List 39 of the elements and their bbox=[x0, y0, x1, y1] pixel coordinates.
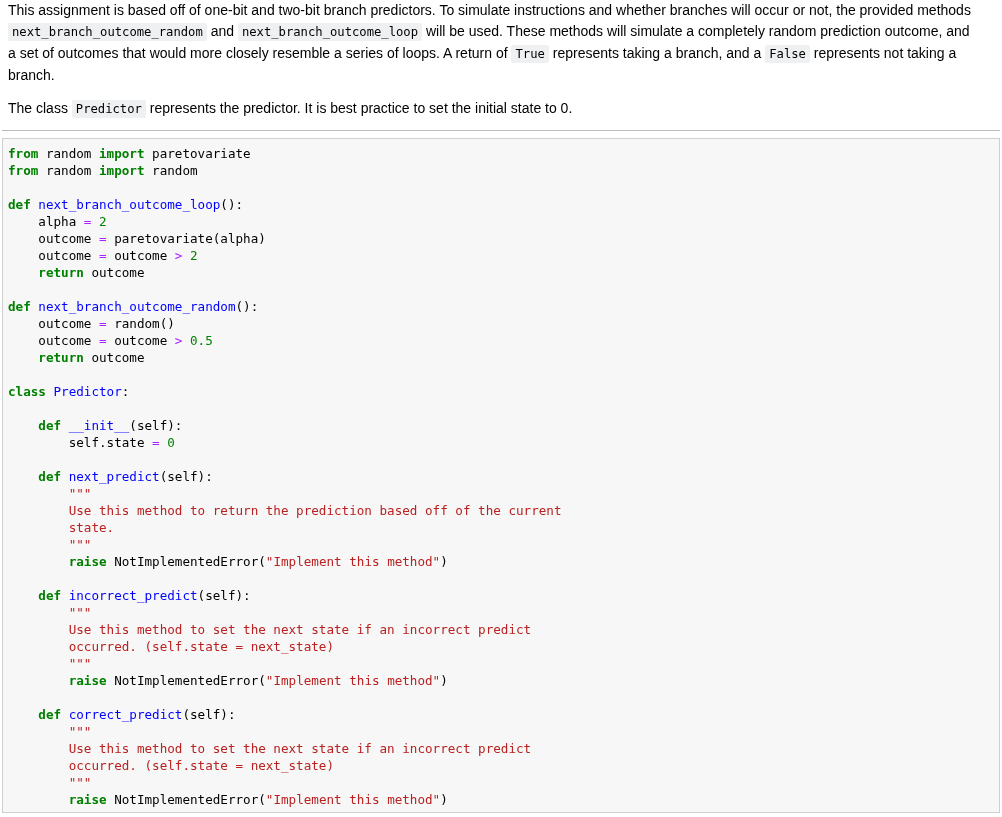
code-line: """ bbox=[67, 774, 92, 791]
code-line: return outcome bbox=[37, 349, 145, 366]
code-line: def correct_predict(self): bbox=[37, 706, 236, 723]
inline-code: True bbox=[511, 45, 549, 63]
code-line: def next_branch_outcome_random(): bbox=[8, 298, 259, 315]
inline-code: next_branch_outcome_loop bbox=[237, 23, 423, 41]
code-line: Use this method to set the next state if an incorrect predict bbox=[67, 740, 532, 757]
code-line: def incorrect_predict(self): bbox=[37, 587, 251, 604]
code-line: from random import random bbox=[8, 162, 198, 179]
code-line: outcome = outcome > 2 bbox=[37, 247, 198, 264]
code-line: """ bbox=[67, 485, 92, 502]
inline-code: next_branch_outcome_random bbox=[8, 23, 207, 41]
code-line: Use this method to set the next state if an incorrect predict bbox=[67, 621, 532, 638]
code-line: def next_predict(self): bbox=[37, 468, 213, 485]
code-line: state. bbox=[67, 519, 115, 536]
code-line: occurred. (self.state = next_state) bbox=[67, 638, 335, 655]
code-line: outcome = paretovariate(alpha) bbox=[37, 230, 266, 247]
code-line: outcome = random() bbox=[37, 315, 175, 332]
code-line: """ bbox=[67, 655, 92, 672]
code-line: occurred. (self.state = next_state) bbox=[67, 757, 335, 774]
code-line: raise NotImplementedError("Implement this method") bbox=[67, 553, 448, 570]
code-line: Use this method to return the prediction based off of the current bbox=[67, 502, 562, 519]
code-line: class Predictor: bbox=[8, 383, 130, 400]
code-line: return outcome bbox=[37, 264, 145, 281]
code-line: raise NotImplementedError("Implement this method") bbox=[67, 791, 448, 808]
code-line: raise NotImplementedError("Implement this method") bbox=[67, 672, 448, 689]
code-line: def __init__(self): bbox=[37, 417, 183, 434]
inline-code: Predictor bbox=[71, 100, 146, 118]
code-line: alpha = 2 bbox=[37, 213, 107, 230]
code-line: outcome = outcome > 0.5 bbox=[37, 332, 213, 349]
paragraph: This assignment is based off of one-bit and two-bit branch predictors. To simulate instructions and whether branches will occur or not, the provided methods next_branch_outcome_random and next_branch_outcome_loop will be used. These methods will simulate a completely random prediction outcome, and a set of outcomes that would more closely resemble a series of loops. A return of True represents taking a branch, and a False represents not taking a branch. bbox=[8, 1, 972, 85]
inline-code: False bbox=[765, 45, 810, 63]
paragraph: The class Predictor represents the predictor. It is best practice to set the initial state to 0. bbox=[8, 99, 574, 120]
code-line: """ bbox=[67, 723, 92, 740]
code-line: def next_branch_outcome_loop(): bbox=[8, 196, 244, 213]
code-line: self.state = 0 bbox=[67, 434, 175, 451]
code-line: """ bbox=[67, 536, 92, 553]
code-line: """ bbox=[67, 604, 92, 621]
code-line: from random import paretovariate bbox=[8, 145, 251, 162]
